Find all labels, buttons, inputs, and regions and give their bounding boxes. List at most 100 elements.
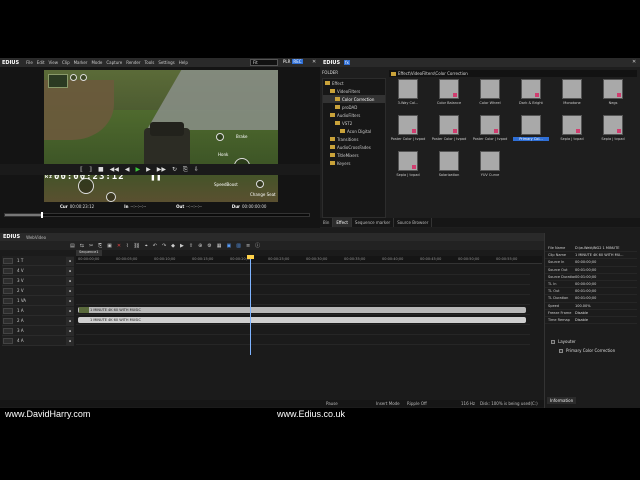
copy-icon[interactable]: ⎘	[98, 243, 102, 249]
track-toggle-icon[interactable]	[3, 317, 13, 324]
player-scrub-bar[interactable]	[4, 212, 310, 218]
snap-icon[interactable]: ⌖	[145, 243, 148, 249]
export-icon[interactable]: ⇪	[189, 243, 193, 249]
track-lane[interactable]: 1 MINUTE 4K 60 WITH MUSIC	[76, 305, 530, 315]
tree-item[interactable]: proDAD	[323, 103, 385, 111]
video-clip[interactable]: 1 MINUTE 4K 60 WITH MUSIC	[78, 307, 526, 313]
effect-item[interactable]: Sepia | tvpad	[554, 115, 590, 147]
effect-item[interactable]: Negs	[595, 79, 631, 111]
applied-effect[interactable]: Layouter	[547, 337, 637, 346]
tree-item[interactable]: AudioCrossFades	[323, 143, 385, 151]
audio-clip[interactable]: 1 MINUTE 4K 60 WITH MUSIC	[78, 317, 526, 323]
view-icon[interactable]: ▣	[226, 243, 231, 249]
menu-render[interactable]: Render	[126, 60, 140, 65]
delete-icon[interactable]: ✕	[117, 243, 121, 249]
zoom-icon[interactable]: ⊕	[198, 243, 202, 249]
track-patch-icon[interactable]: ▪	[66, 326, 74, 335]
layout-icon[interactable]: ▥	[236, 243, 241, 249]
step-forward-icon[interactable]: ▶	[146, 166, 151, 173]
information-tab[interactable]: Information	[547, 397, 577, 404]
track-toggle-icon[interactable]	[3, 307, 13, 314]
effect-item[interactable]: Color Balance	[431, 79, 467, 111]
menu-settings[interactable]: Settings	[158, 60, 174, 65]
mode-icon[interactable]: ▤	[70, 243, 75, 249]
menu-mode[interactable]: Mode	[91, 60, 102, 65]
info-icon[interactable]: ⓘ	[255, 242, 260, 249]
tree-item[interactable]: VideoFilters	[323, 87, 385, 95]
stop-icon[interactable]: ■	[98, 166, 104, 173]
tree-item[interactable]: Transitions	[323, 135, 385, 143]
effect-item[interactable]: Solarization	[431, 151, 467, 183]
set-in-icon[interactable]: ⟦	[80, 166, 83, 173]
time-ruler[interactable]: 00:00:00;00 00:00:05;00 00:00:10;00 00:00:1…	[76, 256, 542, 264]
plr-rec-toggle[interactable]: PLR REC	[283, 59, 303, 64]
plr-label[interactable]: PLR	[283, 59, 290, 64]
tree-item[interactable]: Keyers	[323, 159, 385, 167]
track-header[interactable]: 4 A ▪	[2, 336, 74, 346]
track-lane[interactable]	[76, 285, 530, 295]
track-patch-icon[interactable]: ▪	[66, 266, 74, 275]
undo-icon[interactable]: ↶	[153, 243, 157, 249]
effect-item[interactable]: Dark & Bright	[513, 79, 549, 111]
overwrite-icon[interactable]: ⇩	[194, 166, 199, 173]
effect-item[interactable]: 3-Way Col...	[390, 79, 426, 111]
track-lane[interactable]	[76, 265, 530, 275]
mixer-icon[interactable]: ≡	[246, 243, 250, 249]
menu-marker[interactable]: Marker	[74, 60, 88, 65]
menu-capture[interactable]: Capture	[106, 60, 122, 65]
track-toggle-icon[interactable]	[3, 277, 13, 284]
render-icon[interactable]: ▶	[180, 243, 184, 249]
track-patch-icon[interactable]: ▪	[66, 286, 74, 295]
effect-item[interactable]: Sepia | tvpad	[390, 151, 426, 183]
track-header[interactable]: 1 A ▪	[2, 306, 74, 316]
track-lane[interactable]	[76, 275, 530, 285]
track-toggle-icon[interactable]	[3, 297, 13, 304]
play-icon[interactable]: ▶	[136, 166, 141, 173]
track-header[interactable]: 3 V ▪	[2, 276, 74, 286]
player-close-icon[interactable]: ✕	[312, 59, 318, 65]
track-header[interactable]: 4 V ▪	[2, 266, 74, 276]
menu-view[interactable]: View	[49, 60, 59, 65]
track-header[interactable]: 3 A ▪	[2, 326, 74, 336]
marker-icon[interactable]: ◆	[171, 243, 175, 249]
track-lane[interactable]	[76, 325, 530, 335]
tab-bin[interactable]: Bin	[320, 218, 334, 227]
track-toggle-icon[interactable]	[3, 337, 13, 344]
effects-close-icon[interactable]: ✕	[632, 59, 636, 65]
effect-enable-checkbox[interactable]	[551, 339, 555, 344]
fx-tag[interactable]: fx	[344, 60, 350, 65]
tab-effect[interactable]: Effect	[333, 218, 352, 227]
effect-enable-checkbox[interactable]	[559, 348, 563, 353]
track-patch-icon[interactable]: ▪	[66, 316, 74, 325]
tab-source-browser[interactable]: Source Browser	[394, 218, 433, 227]
scrub-handle[interactable]	[41, 212, 43, 218]
redo-icon[interactable]: ↷	[162, 243, 166, 249]
tree-item[interactable]: VST2	[323, 119, 385, 127]
step-back-icon[interactable]: ◀	[125, 166, 130, 173]
track-header[interactable]: 1 T ▪	[2, 256, 74, 266]
track-toggle-icon[interactable]	[3, 267, 13, 274]
effect-item[interactable]: Poster Color | tvpad	[472, 115, 508, 147]
tree-item[interactable]: AudioFilters	[323, 111, 385, 119]
ripple-icon[interactable]: ⇆	[80, 243, 84, 249]
track-toggle-icon[interactable]	[3, 287, 13, 294]
track-patch-icon[interactable]: ▪	[66, 296, 74, 305]
track-header[interactable]: 1 VA ▪	[2, 296, 74, 306]
zoom-fit-select[interactable]: Fit	[250, 59, 278, 66]
tracks-area[interactable]: 1 MINUTE 4K 60 WITH MUSIC 1 MINUTE 4K 60 …	[76, 265, 530, 355]
tab-sequence-marker[interactable]: Sequence marker	[352, 218, 395, 227]
link-icon[interactable]: ⛓	[134, 243, 140, 249]
track-patch-icon[interactable]: ▪	[66, 256, 74, 265]
menu-clip[interactable]: Clip	[62, 60, 70, 65]
tree-item[interactable]: Color Correction	[323, 95, 385, 103]
rewind-icon[interactable]: ◀◀	[110, 166, 119, 173]
tree-item[interactable]: TitleMixers	[323, 151, 385, 159]
effect-item[interactable]: Sepia | tvpad	[595, 115, 631, 147]
effect-item[interactable]: Poster Color | tvpad	[390, 115, 426, 147]
track-patch-icon[interactable]: ▪	[66, 306, 74, 315]
tree-item[interactable]: Effect	[323, 79, 385, 87]
playhead-line[interactable]	[250, 255, 251, 355]
track-lane[interactable]: 1 MINUTE 4K 60 WITH MUSIC	[76, 315, 530, 325]
tree-item[interactable]: Acon Digital	[323, 127, 385, 135]
effect-item[interactable]: Poster Color | tvpad	[431, 115, 467, 147]
